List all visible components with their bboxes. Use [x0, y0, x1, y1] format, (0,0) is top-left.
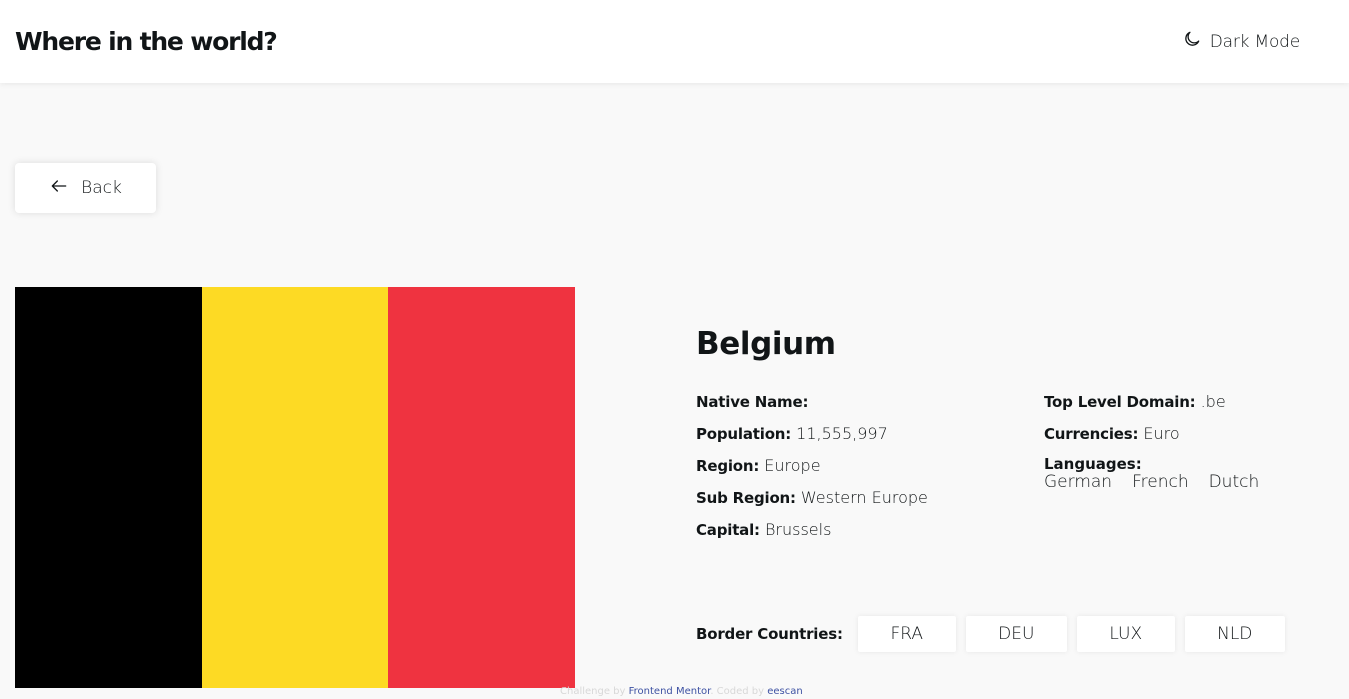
native-name-label: Native Name: [696, 393, 809, 411]
flag-stripe-3 [388, 287, 576, 688]
tld-value: .be [1200, 392, 1226, 411]
currencies-row: Currencies: Euro [1044, 424, 1336, 456]
attribution: Challenge by Frontend Mentor. Coded by e… [560, 686, 803, 697]
sub-region-value: Western Europe [800, 488, 928, 507]
border-countries: Border Countries: FRA DEU LUX NLD [696, 616, 1295, 652]
attribution-middle: . Coded by [710, 686, 765, 697]
tld-label: Top Level Domain: [1044, 393, 1196, 411]
country-name: Belgium [696, 326, 836, 362]
details-primary: Native Name: Population: 11,555,997 Regi… [696, 392, 1044, 552]
border-country-button[interactable]: NLD [1184, 616, 1285, 652]
details-secondary: Top Level Domain: .be Currencies: Euro L… [1044, 392, 1336, 552]
tld-row: Top Level Domain: .be [1044, 392, 1336, 424]
border-country-button[interactable]: DEU [965, 616, 1067, 652]
capital-label: Capital: [696, 521, 760, 539]
back-button-label: Back [81, 178, 122, 198]
language-item: Dutch [1208, 472, 1260, 492]
population-value: 11,555,997 [796, 424, 888, 443]
border-country-button[interactable]: FRA [857, 616, 956, 652]
flag-stripe-1 [15, 287, 202, 688]
dark-mode-toggle[interactable]: Dark Mode [1182, 29, 1300, 54]
languages-block: Languages: German French Dutch [1044, 456, 1336, 492]
author-link[interactable]: eescan [767, 686, 802, 697]
attribution-prefix: Challenge by [560, 686, 626, 697]
flag-stripe-2 [201, 287, 389, 688]
population-label: Population: [696, 425, 792, 443]
site-title: Where in the world? [15, 27, 278, 56]
region-label: Region: [696, 457, 760, 475]
frontend-mentor-link[interactable]: Frontend Mentor [629, 686, 711, 697]
sub-region-label: Sub Region: [696, 489, 796, 507]
population-row: Population: 11,555,997 [696, 424, 1044, 456]
site-header: Where in the world? Dark Mode [0, 0, 1349, 83]
country-details: Belgium Native Name: Population: 11,555,… [696, 326, 1336, 552]
capital-row: Capital: Brussels [696, 520, 1044, 552]
back-button[interactable]: Back [15, 163, 156, 213]
border-countries-label: Border Countries: [696, 625, 843, 643]
moon-icon [1182, 29, 1202, 54]
country-flag [15, 287, 576, 688]
languages-label: Languages: [1044, 455, 1142, 473]
currencies-value: Euro [1143, 424, 1180, 443]
capital-value: Brussels [764, 520, 832, 539]
currencies-label: Currencies: [1044, 425, 1139, 443]
languages-list: German French Dutch [1044, 472, 1336, 492]
region-row: Region: Europe [696, 456, 1044, 488]
language-item: German [1044, 472, 1113, 492]
border-country-button[interactable]: LUX [1076, 616, 1175, 652]
region-value: Europe [764, 456, 821, 475]
arrow-left-icon [49, 176, 69, 201]
language-item: French [1132, 472, 1189, 492]
dark-mode-label: Dark Mode [1209, 31, 1300, 52]
native-name-row: Native Name: [696, 392, 1044, 424]
sub-region-row: Sub Region: Western Europe [696, 488, 1044, 520]
